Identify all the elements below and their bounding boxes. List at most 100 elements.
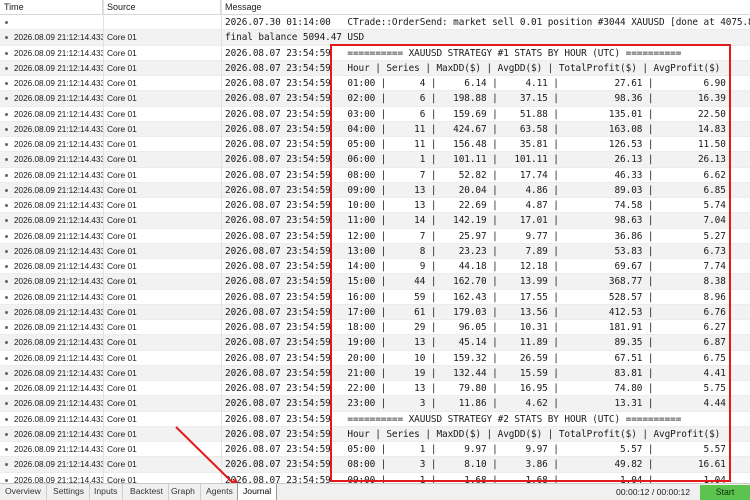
log-message: 2026.08.07 23:54:59 ========== XAUUSD ST… — [225, 413, 682, 425]
log-time: 2026.08.09 21:12:14.433 — [14, 109, 103, 119]
log-source: Core 01 — [107, 230, 137, 241]
log-time: 2026.08.09 21:12:14.433 — [14, 323, 103, 332]
log-time: 2026.08.09 21:12:14.433 — [14, 429, 103, 439]
log-time: 2026.08.09 21:12:14.433 — [14, 140, 103, 149]
log-row[interactable]: 2026.07.30 01:14:00 CTrade::OrderSend: m… — [0, 15, 750, 31]
log-message: 2026.08.07 23:54:59 01:00 | 4 | 6.14 | 4… — [225, 78, 726, 89]
log-message: 2026.08.07 23:54:59 15:00 | 44 | 162.70 … — [225, 276, 726, 288]
tab-graph[interactable]: Graph — [166, 484, 201, 500]
log-row[interactable]: 2026.08.09 21:12:14.433 Core 01 2026.08.07… — [0, 229, 750, 244]
column-header-source[interactable]: Source — [103, 0, 221, 15]
log-source: Core 01 — [107, 337, 137, 348]
log-message: 2026.08.07 23:54:59 09:00 | 1 | 1.68 | 1… — [225, 474, 726, 484]
log-row[interactable]: 2026.08.09 21:12:14.433 Core 01 2026.08.07… — [0, 107, 750, 122]
log-row[interactable]: 2026.08.09 21:12:14.433 Core 01 2026.08.07… — [0, 365, 750, 381]
log-source: Core 01 — [107, 291, 137, 302]
log-row[interactable]: 2026.08.09 21:12:14.433 Core 01 2026.08.07… — [0, 442, 750, 458]
start-button[interactable]: Start — [700, 485, 750, 500]
log-row[interactable]: 2026.08.09 21:12:14.433 Core 01 2026.08.07… — [0, 426, 750, 442]
log-row[interactable]: 2026.08.09 21:12:14.433 Core 01 2026.08.07… — [0, 304, 750, 320]
log-row[interactable]: 2026.08.09 21:12:14.433 Core 01 2026.08.07… — [0, 168, 750, 183]
log-source: Core 01 — [107, 276, 137, 287]
tester-tab-bar: Overview Settings Inputs Backtest Graph Agent… — [0, 483, 750, 500]
log-source: Core 01 — [107, 245, 137, 256]
log-source: Core 01 — [107, 306, 137, 317]
log-source: Core 01 — [107, 261, 137, 271]
log-time: 2026.08.09 21:12:14.433 — [14, 94, 103, 104]
tab-inputs[interactable]: Inputs — [89, 484, 124, 500]
column-header-time[interactable]: Time — [0, 0, 103, 15]
tab-agents[interactable]: Agents — [201, 484, 239, 500]
log-rows: 2026.07.30 01:14:00 CTrade::OrderSend: m… — [0, 15, 750, 483]
log-source: Core 01 — [107, 62, 137, 73]
log-message: 2026.08.07 23:54:59 13:00 | 8 | 23.23 | … — [225, 245, 726, 257]
log-message: 2026.08.07 23:54:59 10:00 | 13 | 22.69 |… — [225, 200, 726, 211]
log-row[interactable]: 2026.08.09 21:12:14.433 Core 01 2026.08.07… — [0, 396, 750, 412]
log-message: 2026.08.07 23:54:59 Hour | Series | MaxD… — [225, 62, 721, 74]
log-message: 2026.08.07 23:54:59 02:00 | 6 | 198.88 |… — [225, 93, 726, 105]
log-message: 2026.08.07 23:54:59 23:00 | 3 | 11.86 | … — [225, 398, 726, 410]
log-source: Core 01 — [107, 474, 137, 484]
log-message: 2026.08.07 23:54:59 21:00 | 19 | 132.44 … — [225, 367, 726, 379]
log-row[interactable]: 2026.08.09 21:12:14.433 Core 01 2026.08.07… — [0, 182, 750, 198]
tab-settings[interactable]: Settings — [48, 484, 91, 500]
tab-overview[interactable]: Overview — [0, 484, 47, 500]
log-source: Core 01 — [107, 184, 137, 195]
log-message: 2026.08.07 23:54:59 22:00 | 13 | 79.80 |… — [225, 383, 726, 394]
log-source: Core 01 — [107, 47, 137, 58]
tab-backtest[interactable]: Backtest — [125, 484, 169, 500]
log-message: 2026.08.07 23:54:59 03:00 | 6 | 159.69 |… — [225, 108, 726, 120]
log-time: 2026.08.09 21:12:14.433 — [14, 79, 103, 88]
log-message: final balance 5094.47 USD — [225, 32, 365, 44]
log-row[interactable]: 2026.08.09 21:12:14.433 Core 01 2026.08.07… — [0, 60, 750, 76]
column-divider[interactable] — [221, 0, 222, 483]
log-message: 2026.08.07 23:54:59 09:00 | 13 | 20.04 |… — [225, 184, 726, 196]
log-time: 2026.08.09 21:12:14.433 — [14, 292, 103, 302]
log-source: Core 01 — [107, 383, 137, 393]
log-row[interactable]: 2026.08.09 21:12:14.433 Core 01 2026.08.07… — [0, 290, 750, 305]
log-row[interactable]: 2026.08.09 21:12:14.433 Core 01 2026.08.07… — [0, 412, 750, 427]
log-row[interactable]: 2026.08.09 21:12:14.433 Core 01 2026.08.07… — [0, 243, 750, 259]
log-row[interactable]: 2026.08.09 21:12:14.433 Core 01 2026.08.07… — [0, 76, 750, 92]
column-divider[interactable] — [103, 0, 104, 483]
log-row[interactable]: 2026.08.09 21:12:14.433 Core 01 2026.08.07… — [0, 351, 750, 366]
log-time: 2026.08.09 21:12:14.433 — [14, 201, 103, 210]
log-row[interactable]: 2026.08.09 21:12:14.433 Core 01 2026.08.07… — [0, 121, 750, 137]
log-source: Core 01 — [107, 93, 137, 104]
log-source: Core 01 — [107, 169, 137, 180]
log-source: Core 01 — [107, 413, 137, 424]
log-time: 2026.08.09 21:12:14.433 — [14, 33, 103, 43]
log-row[interactable]: 2026.08.09 21:12:14.433 Core 01 2026.08.07… — [0, 259, 750, 275]
journal-log-panel: Time Source Message 2026.07.30 01:14:00 … — [0, 0, 750, 483]
log-row[interactable]: 2026.08.09 21:12:14.433 Core 01 2026.08.07… — [0, 473, 750, 484]
log-row[interactable]: 2026.08.09 21:12:14.433 Core 01 2026.08.07… — [0, 137, 750, 153]
log-message: 2026.08.07 23:54:59 ========== XAUUSD ST… — [225, 47, 682, 59]
log-time — [0, 15, 103, 30]
log-row[interactable]: 2026.08.09 21:12:14.433 Core 01 2026.08.07… — [0, 274, 750, 290]
log-time: 2026.08.09 21:12:14.433 — [14, 353, 103, 363]
log-row[interactable]: 2026.08.09 21:12:14.433 Core 01 2026.08.07… — [0, 198, 750, 214]
log-row[interactable]: 2026.08.09 21:12:14.433 Core 01 2026.08.07… — [0, 320, 750, 336]
log-row[interactable]: 2026.08.09 21:12:14.433 Core 01 2026.08.07… — [0, 381, 750, 397]
log-row[interactable]: 2026.08.09 21:12:14.433 Core 01 2026.08.07… — [0, 91, 750, 107]
log-row[interactable]: 2026.08.09 21:12:14.433 Core 01 2026.08.07… — [0, 46, 750, 61]
log-row[interactable]: 2026.08.09 21:12:14.433 Core 01 2026.08.07… — [0, 457, 750, 473]
log-time: 2026.08.09 21:12:14.433 — [14, 368, 103, 378]
log-source: Core 01 — [107, 108, 137, 119]
tab-journal[interactable]: Journal — [237, 484, 278, 500]
log-time: 2026.08.09 21:12:14.433 — [14, 63, 103, 73]
log-source: Core 01 — [107, 215, 137, 226]
log-source — [103, 15, 221, 30]
log-time: 2026.08.09 21:12:14.433 — [14, 414, 103, 424]
log-row[interactable]: 2026.08.09 21:12:14.433 Core 01 2026.08.07… — [0, 335, 750, 351]
column-header-message[interactable]: Message — [221, 0, 750, 15]
log-row[interactable]: 2026.08.09 21:12:14.433 Core 01 2026.08.07… — [0, 213, 750, 229]
log-row[interactable]: 2026.08.09 21:12:14.433 Core 01 final bala… — [0, 30, 750, 46]
log-time: 2026.08.09 21:12:14.433 — [14, 445, 103, 454]
log-source: Core 01 — [107, 352, 137, 363]
log-time: 2026.08.09 21:12:14.433 — [14, 262, 103, 271]
log-time: 2026.08.09 21:12:14.433 — [14, 307, 103, 317]
log-time: 2026.08.09 21:12:14.433 — [14, 246, 103, 256]
log-source: Core 01 — [107, 459, 137, 470]
log-row[interactable]: 2026.08.09 21:12:14.433 Core 01 2026.08.07… — [0, 152, 750, 168]
